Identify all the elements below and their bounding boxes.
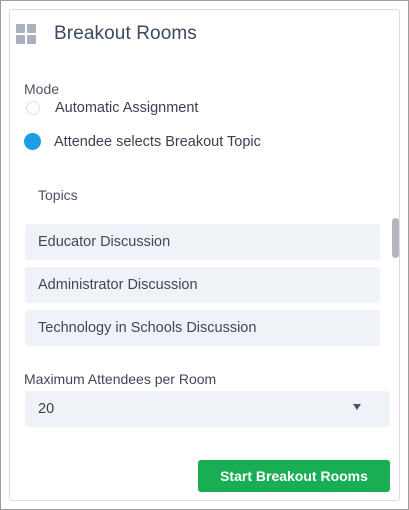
radio-label: Automatic Assignment — [55, 100, 199, 116]
topic-list: Educator Discussion Administrator Discus… — [25, 224, 380, 353]
radio-label: Attendee selects Breakout Topic — [54, 133, 261, 150]
topics-scrollbar[interactable] — [391, 218, 399, 344]
radio-button-unselected[interactable] — [26, 101, 40, 115]
topic-item[interactable]: Administrator Discussion — [25, 267, 380, 303]
scrollbar-thumb[interactable] — [392, 218, 399, 258]
grid-icon — [16, 24, 36, 44]
topic-item[interactable]: Educator Discussion — [25, 224, 380, 260]
max-attendees-label: Maximum Attendees per Room — [24, 371, 217, 387]
topics-label: Topics — [38, 187, 78, 203]
start-breakout-rooms-button[interactable]: Start Breakout Rooms — [198, 460, 390, 492]
max-attendees-select[interactable]: 20 — [25, 391, 390, 427]
topic-item[interactable]: Technology in Schools Discussion — [25, 310, 380, 346]
max-attendees-value: 20 — [38, 401, 55, 417]
radio-automatic-assignment[interactable]: Automatic Assignment — [24, 100, 198, 116]
panel-title: Breakout Rooms — [54, 23, 197, 44]
radio-attendee-selects-topic[interactable]: Attendee selects Breakout Topic — [24, 133, 261, 150]
mode-label: Mode — [24, 81, 60, 97]
chevron-down-icon — [353, 404, 361, 410]
panel-header: Breakout Rooms — [16, 23, 197, 45]
radio-button-selected[interactable] — [24, 133, 41, 150]
